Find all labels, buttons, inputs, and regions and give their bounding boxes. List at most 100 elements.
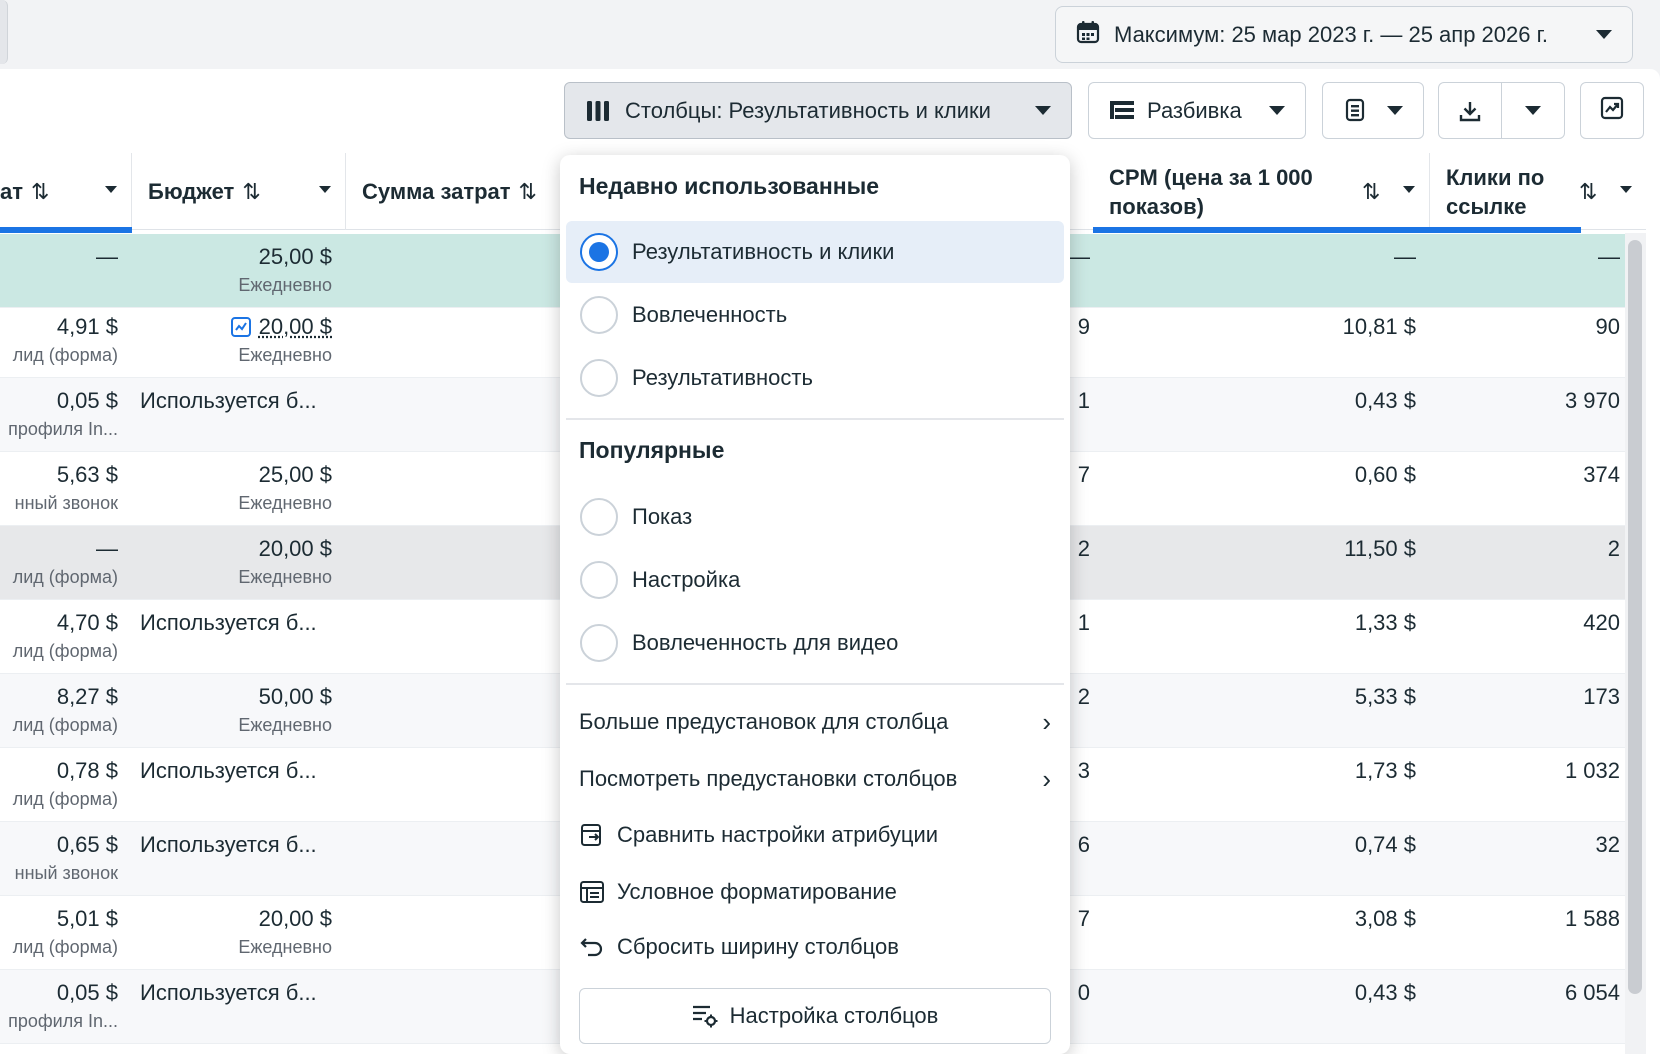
popular-heading: Популярные [579,437,725,463]
cell-value: 90 [1595,314,1620,339]
cell-value: 173 [1583,684,1620,709]
cell-budget: 25,00 $ Ежедневно [140,242,332,298]
customize-columns-button[interactable]: Настройка столбцов [579,988,1051,1044]
breakdown-button-label: Разбивка [1147,97,1242,123]
cell-link-clicks: 420 [1450,608,1620,638]
option-label: Вовлеченность для видео [632,630,899,655]
cell-value: 5,33 $ [1354,684,1416,709]
column-header-label: Бюджет [148,178,235,204]
cell-value: 0,60 $ [1354,462,1416,487]
preset-option-video-engagement[interactable]: Вовлеченность для видео [566,612,1064,674]
date-range-button[interactable]: Максимум: 25 мар 2023 г. — 25 апр 2026 г… [1055,6,1633,63]
cell-partial: 9 [1068,312,1090,342]
chevron-down-icon[interactable] [1620,186,1632,193]
column-header-label: CPM (цена за 1 000 показов) [1109,164,1313,219]
sort-icon[interactable]: ⇅ [1579,179,1597,205]
cell-subtext: лид (форма) [12,567,118,587]
cell-budget: 20,00 $ Ежедневно [140,534,332,590]
cell-value[interactable]: 20,00 $ [259,314,332,339]
customize-columns-label: Настройка столбцов [729,1003,939,1028]
cell-value: 3 970 [1564,388,1620,413]
compare-attribution-item[interactable]: Сравнить настройки атрибуции [579,808,1051,862]
radio-icon[interactable] [580,359,618,397]
divider [566,683,1064,685]
radio-icon[interactable] [580,498,618,536]
column-header-cpm[interactable]: CPM (цена за 1 000 показов) ⇅ [1093,153,1430,230]
cell-value: 1,73 $ [1354,758,1416,783]
chart-icon [1600,96,1624,126]
cell-link-clicks: 6 054 [1450,978,1620,1008]
chevron-down-icon[interactable] [319,186,331,193]
cell-cpm: 1,73 $ [1300,756,1416,786]
radio-icon[interactable] [580,296,618,334]
column-header-budget[interactable]: Бюджет ⇅ [132,153,346,230]
preset-option-performance[interactable]: Результативность [566,347,1064,409]
cell-value: 1 588 [1564,906,1620,931]
option-label: Результативность и клики [632,239,895,264]
reset-column-widths-item[interactable]: Сбросить ширину столбцов [579,920,1051,974]
cell-link-clicks: 90 [1450,312,1620,342]
radio-icon[interactable] [580,624,618,662]
cell-value: 0,43 $ [1354,388,1416,413]
cell-subtext: Ежедневно [238,937,332,957]
breakdown-button[interactable]: Разбивка [1088,82,1306,139]
cell-value: 6 054 [1564,980,1620,1005]
columns-icon [585,98,611,124]
sort-icon[interactable]: ⇅ [519,179,537,205]
compare-attribution-icon [579,822,605,848]
sidebar-edge [0,0,8,64]
view-presets-item[interactable]: Посмотреть предустановки столбцов › [579,752,1051,806]
cell-value: — [1598,244,1620,269]
preset-option-performance-clicks[interactable]: Результативность и клики [566,221,1064,283]
cell-value: 0,43 $ [1354,980,1416,1005]
preset-option-engagement[interactable]: Вовлеченность [566,284,1064,346]
cell-subtext: Ежедневно [238,345,332,365]
sort-icon[interactable]: ⇅ [1362,179,1380,205]
preset-option-setup[interactable]: Настройка [566,549,1064,611]
budget-link[interactable]: 20,00 $ [140,312,332,342]
breakdown-icon [1109,98,1135,124]
cell-budget: Используется б... [140,386,332,416]
radio-selected-icon[interactable] [580,233,618,271]
cell-value: 5,63 $ [56,462,118,487]
cell-link-clicks: 1 588 [1450,904,1620,934]
cell-value: 25,00 $ [258,244,332,269]
reports-icon [1343,98,1369,124]
scrollbar-thumb[interactable] [1628,240,1642,994]
cell-value: Используется б... [140,388,317,413]
cell-cpm: 10,81 $ [1300,312,1416,342]
cell-cpm: 5,33 $ [1300,682,1416,712]
preset-option-delivery[interactable]: Показ [566,486,1064,548]
cell-value: 3,08 $ [1354,906,1416,931]
download-icon [1459,101,1480,121]
cell-value: 50,00 $ [258,684,332,709]
chevron-down-icon[interactable] [1403,186,1415,193]
conditional-formatting-item[interactable]: Условное форматирование [579,865,1051,919]
export-options-button[interactable] [1502,83,1565,138]
column-header-label: ат [0,178,24,204]
cell-value: 2 [1607,536,1620,561]
chevron-down-icon [1035,106,1051,115]
reports-button[interactable] [1322,82,1424,139]
chevron-down-icon[interactable] [105,186,117,193]
radio-icon[interactable] [580,561,618,599]
sort-icon[interactable]: ⇅ [242,179,260,205]
cell-cpm: — [1300,242,1416,272]
cell-partial: 1 [1068,386,1090,416]
cell-result-cost: — [0,242,118,272]
cell-value: 1 032 [1564,758,1620,783]
cell-value: 3 [1077,758,1090,783]
cell-partial: 7 [1068,460,1090,490]
cell-value: 0,65 $ [56,832,118,857]
charts-button[interactable] [1580,82,1644,139]
export-button[interactable] [1439,83,1502,138]
sort-icon[interactable]: ⇅ [31,179,49,205]
more-presets-item[interactable]: Больше предустановок для столбца › [579,695,1051,749]
cell-subtext: профиля In... [8,419,118,439]
column-header-results[interactable]: ат ⇅ [0,153,132,230]
column-header-link-clicks[interactable]: Клики по ссылке ⇅ [1430,153,1646,230]
columns-button[interactable]: Столбцы: Результативность и клики [564,82,1072,139]
cell-result-cost: 0,78 $ лид (форма) [0,756,118,812]
cell-cpm: 0,74 $ [1300,830,1416,860]
calendar-icon [1076,20,1100,50]
